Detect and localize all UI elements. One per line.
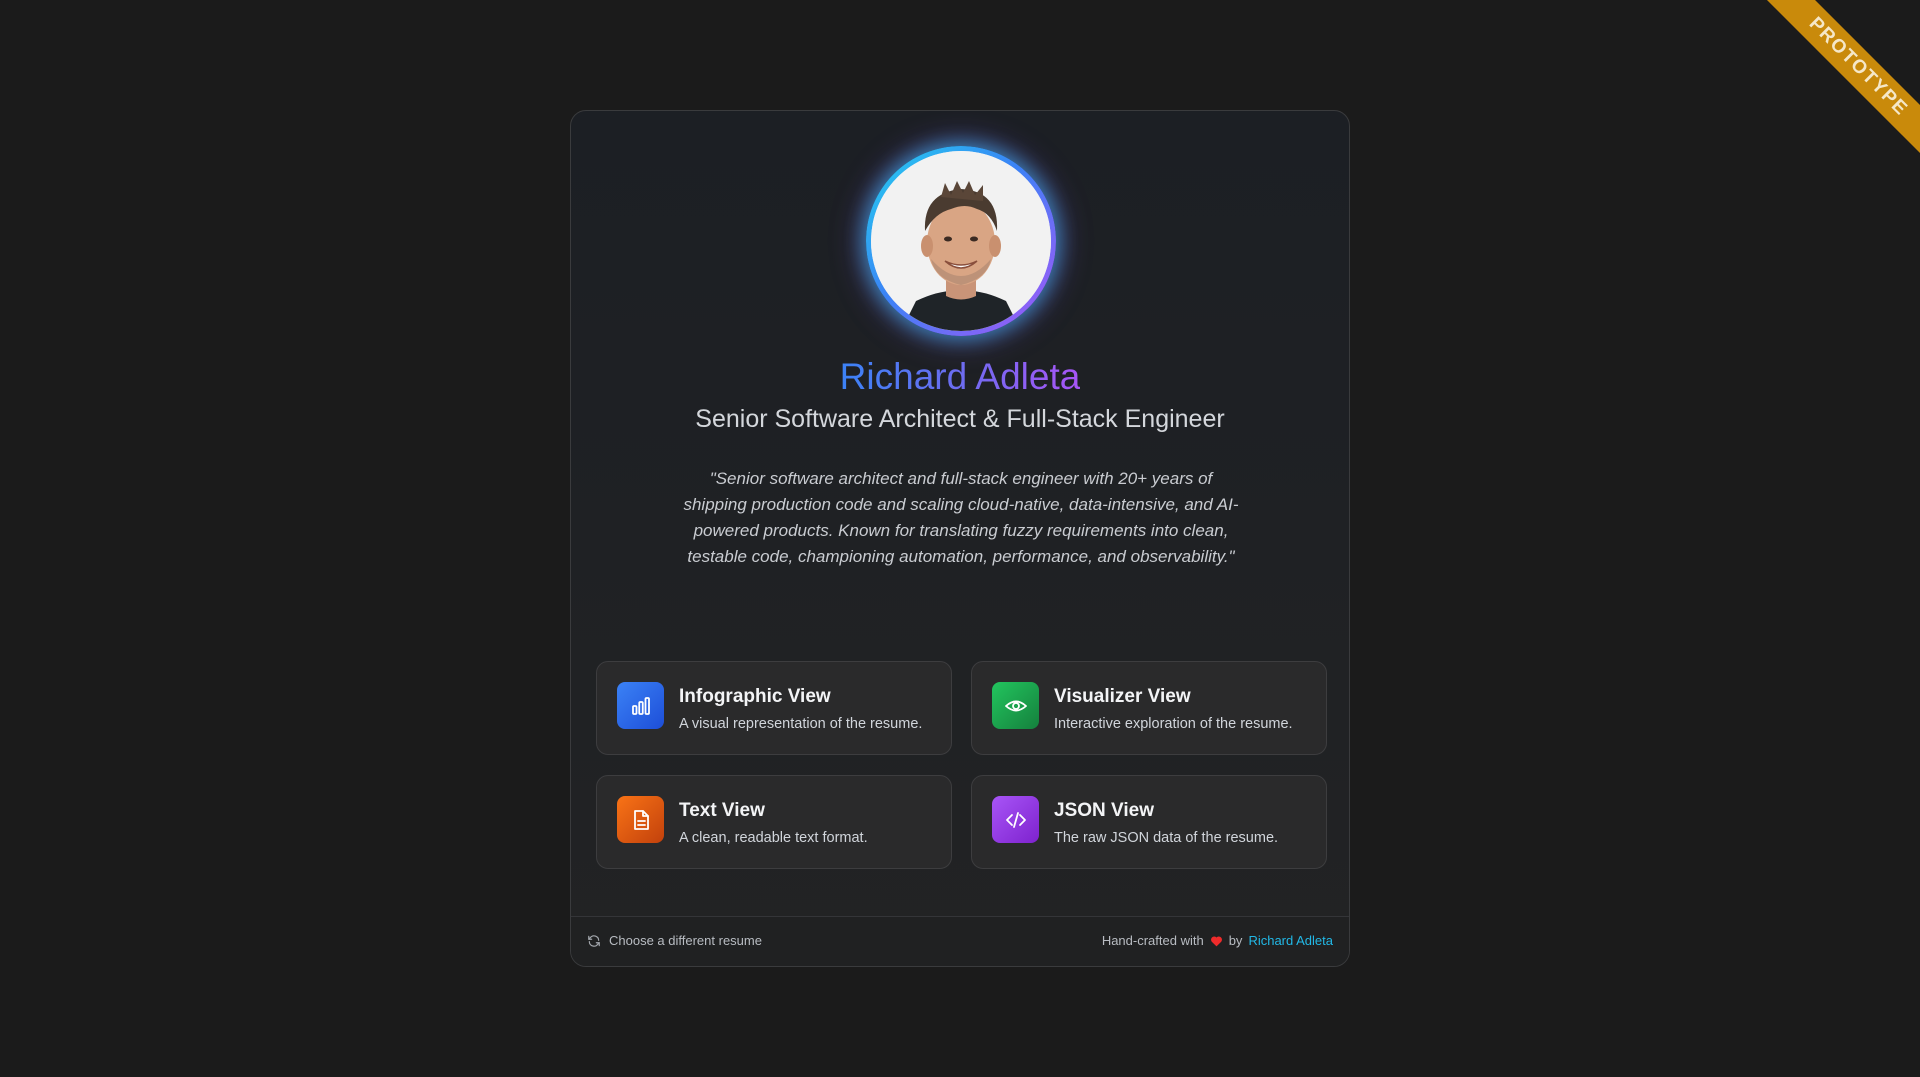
prototype-ribbon-label: PROTOTYPE [1761,0,1920,164]
infographic-view-description: A visual representation of the resume. [679,716,923,732]
visualizer-view-description: Interactive exploration of the resume. [1054,716,1293,732]
visualizer-view-title: Visualizer View [1054,686,1191,707]
avatar [871,151,1051,331]
profile-summary: "Senior software architect and full-stac… [683,469,1239,566]
json-view-title: JSON View [1054,800,1154,821]
refresh-icon [588,934,600,947]
profile-photo [871,151,1051,331]
credit-prefix: Hand-crafted with [1101,933,1204,948]
eye-icon [992,682,1039,729]
card-footer: Choose a different resume Hand-crafted w… [571,916,1349,966]
json-view-button[interactable]: JSON View The raw JSON data of the resum… [971,775,1327,869]
prototype-ribbon: PROTOTYPE [1750,0,1920,170]
text-view-title: Text View [679,800,765,821]
author-link[interactable]: Richard Adleta [1248,933,1333,948]
profile-name: Richard Adleta [839,356,1081,397]
infographic-view-button[interactable]: Infographic View A visual representation… [596,661,952,755]
choose-resume-button[interactable]: Choose a different resume [587,933,762,948]
visualizer-view-button[interactable]: Visualizer View Interactive exploration … [971,661,1327,755]
footer-credit: Hand-crafted with by Richard Adleta [1102,933,1333,948]
heart-icon [1210,935,1222,946]
credit-by: by [1228,933,1243,948]
profile-title: Senior Software Architect & Full-Stack E… [695,405,1225,433]
infographic-view-title: Infographic View [679,686,831,707]
code-icon [992,796,1039,843]
avatar-ring [866,146,1056,336]
text-view-button[interactable]: Text View A clean, readable text format. [596,775,952,869]
bar-chart-icon [617,682,664,729]
text-view-description: A clean, readable text format. [679,830,868,846]
profile-card: Richard Adleta Senior Software Architect… [570,110,1350,967]
document-icon [617,796,664,843]
json-view-description: The raw JSON data of the resume. [1054,830,1279,846]
choose-resume-label: Choose a different resume [609,933,762,948]
